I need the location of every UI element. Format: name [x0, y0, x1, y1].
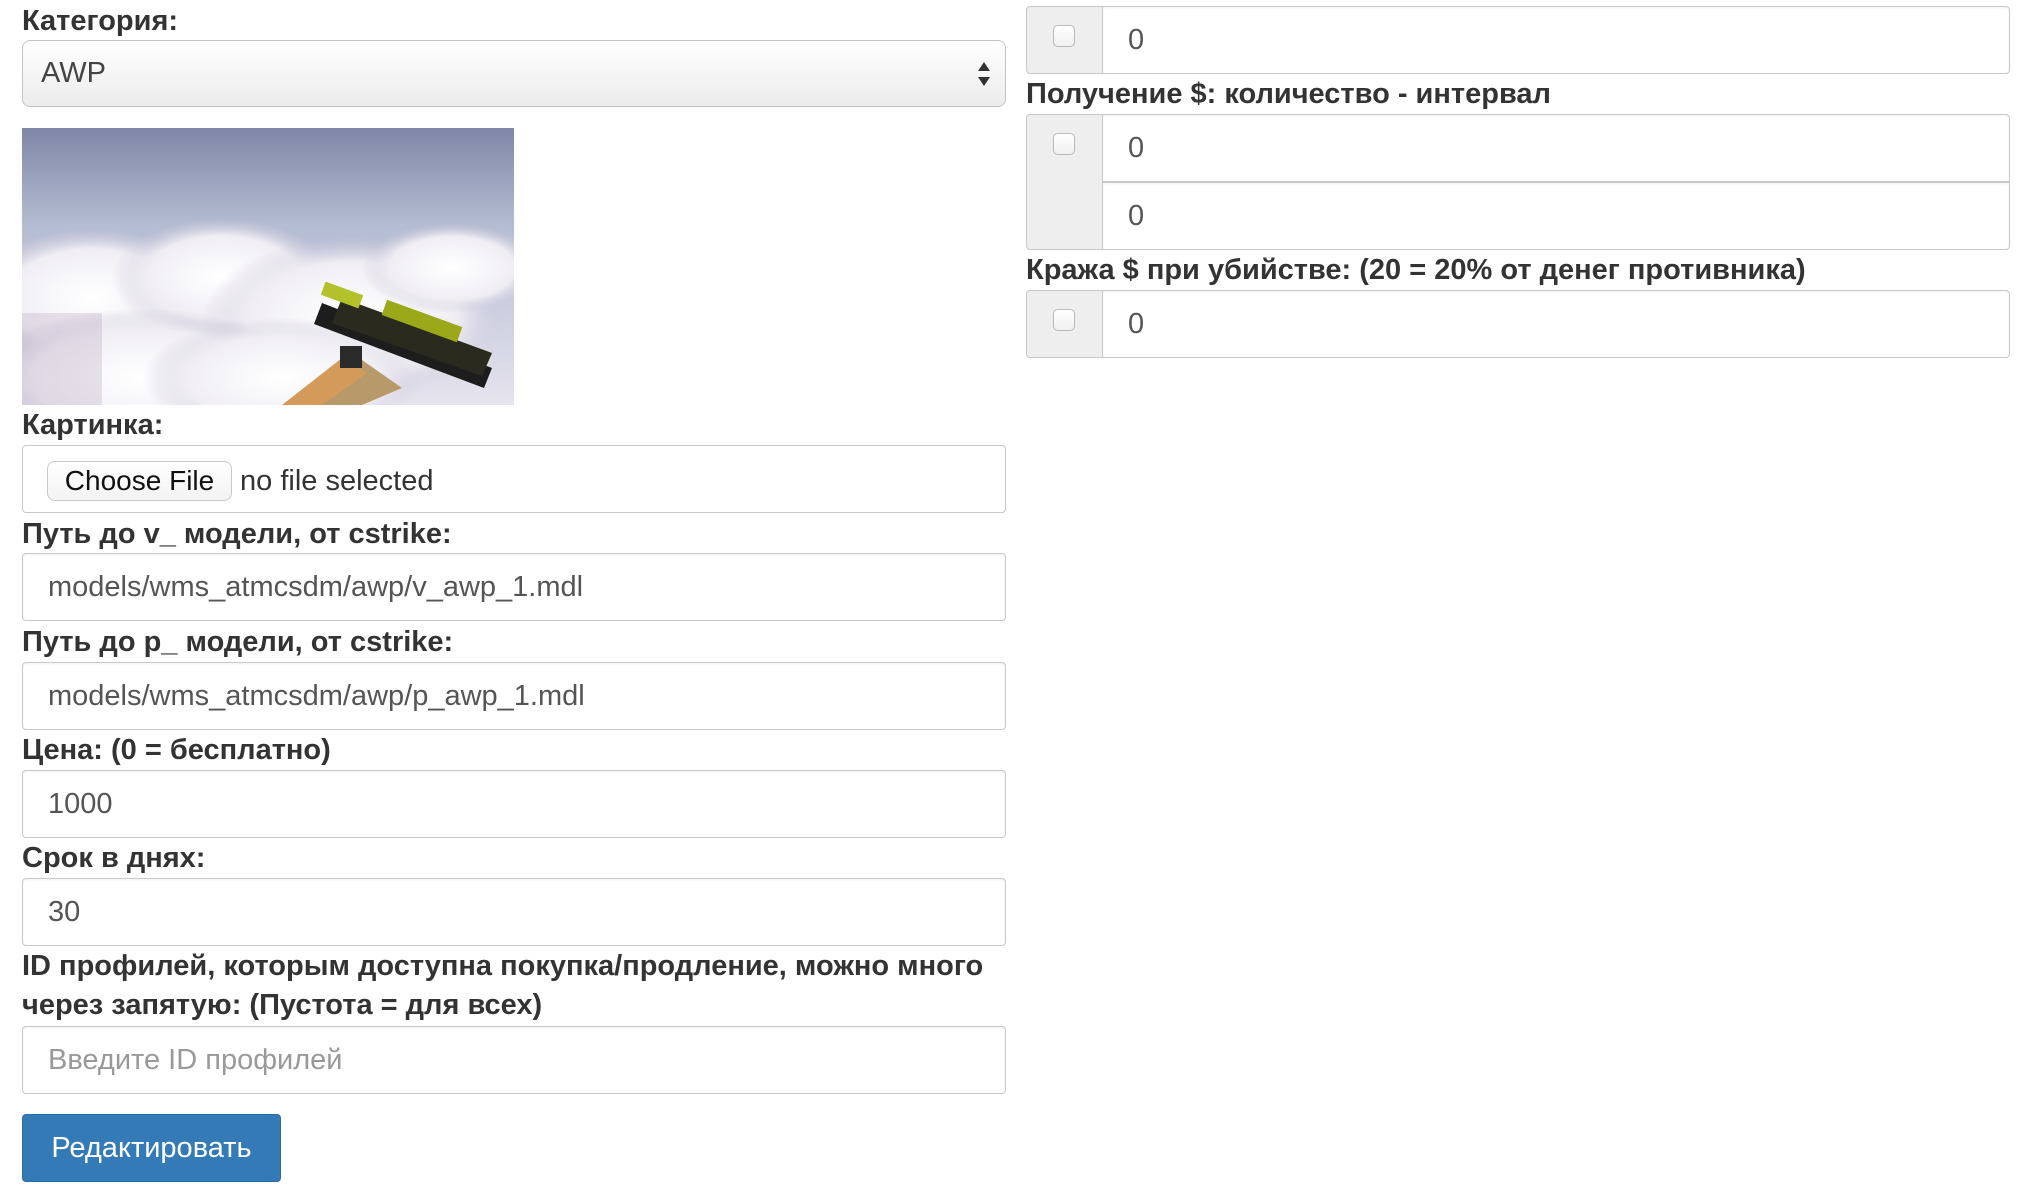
right-field-1-addon — [1026, 6, 1102, 74]
image-file-input[interactable]: Choose File no file selected — [22, 445, 1006, 513]
days-label: Срок в днях: — [22, 842, 206, 874]
income-group — [1026, 114, 2010, 250]
steal-checkbox[interactable] — [1053, 309, 1075, 331]
income-checkbox[interactable] — [1053, 133, 1075, 155]
days-input[interactable] — [22, 878, 1006, 946]
right-field-1-checkbox[interactable] — [1053, 25, 1075, 47]
income-label: Получение $: количество - интервал — [1026, 78, 1551, 110]
income-amount-input[interactable] — [1102, 114, 2010, 182]
category-label: Категория: — [22, 5, 179, 37]
edit-submit-button[interactable]: Редактировать — [22, 1114, 281, 1182]
file-status-text: no file selected — [240, 465, 434, 497]
select-arrows-icon — [978, 62, 990, 86]
income-addon — [1026, 114, 1102, 250]
right-field-1-group — [1026, 6, 2010, 74]
steal-group — [1026, 290, 2010, 358]
v-model-input[interactable] — [22, 553, 1006, 621]
profiles-label: ID профилей, которым доступна покупка/пр… — [22, 950, 984, 1021]
right-field-1-input[interactable] — [1102, 6, 2010, 74]
steal-label: Кража $ при убийстве: (20 = 20% от денег… — [1026, 254, 1806, 286]
p-model-input[interactable] — [22, 662, 1006, 730]
steal-addon — [1026, 290, 1102, 358]
income-interval-input[interactable] — [1102, 182, 2010, 250]
price-label: Цена: (0 = бесплатно) — [22, 734, 331, 766]
category-selected-value: AWP — [41, 57, 106, 89]
p-model-label: Путь до p_ модели, от cstrike: — [22, 626, 454, 658]
weapon-preview-image — [22, 128, 514, 405]
image-label: Картинка: — [22, 409, 164, 441]
category-select[interactable]: AWP — [22, 40, 1006, 107]
profiles-input[interactable] — [22, 1026, 1006, 1094]
choose-file-button[interactable]: Choose File — [47, 461, 232, 501]
v-model-label: Путь до v_ модели, от cstrike: — [22, 518, 452, 550]
price-input[interactable] — [22, 770, 1006, 838]
steal-input[interactable] — [1102, 290, 2010, 358]
